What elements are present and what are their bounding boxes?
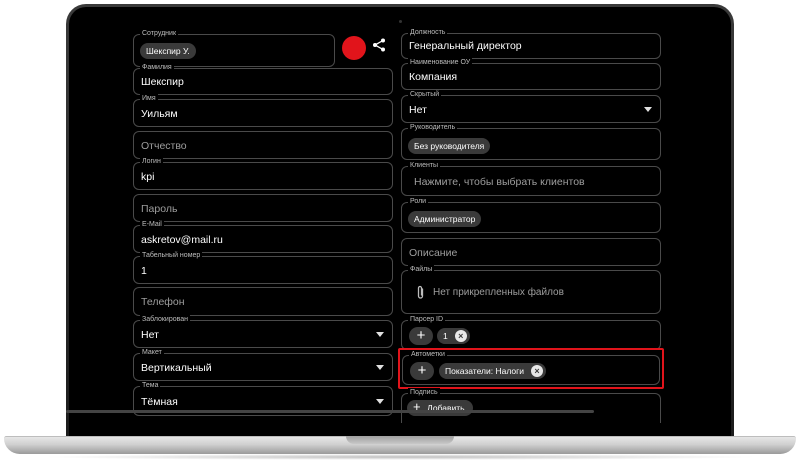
login-label: Логин xyxy=(140,157,163,167)
manager-field[interactable]: Руководитель Без руководителя xyxy=(401,123,661,160)
add-signature-button[interactable]: + Добавить xyxy=(407,399,473,416)
manager-chip[interactable]: Без руководителя xyxy=(408,138,491,154)
phone-field[interactable]: Телефон xyxy=(133,287,393,316)
signature-label: Подпись xyxy=(408,388,440,398)
email-field[interactable]: E-Mail askretov@mail.ru xyxy=(133,220,393,253)
tab-number-label: Табельный номер xyxy=(140,251,203,261)
blocked-select[interactable]: Заблокирован Нет xyxy=(133,315,393,348)
position-field[interactable]: Должность Генеральный директор xyxy=(401,28,661,59)
manager-label: Руководитель xyxy=(408,123,458,133)
first-name-field[interactable]: Имя Уильям xyxy=(133,94,393,127)
org-unit-value: Компания xyxy=(409,71,458,83)
parser-id-field[interactable]: Парсер ID + 1 × xyxy=(401,315,661,350)
theme-value: Тёмная xyxy=(141,396,178,408)
parser-id-label: Парсер ID xyxy=(408,315,446,325)
parser-id-chip[interactable]: 1 × xyxy=(437,328,470,344)
files-label: Файлы xyxy=(408,265,435,275)
hidden-value: Нет xyxy=(409,104,427,116)
auto-tags-label: Автометки xyxy=(409,350,447,360)
position-label: Должность xyxy=(408,28,448,38)
tab-number-field[interactable]: Табельный номер 1 xyxy=(133,251,393,284)
blocked-label: Заблокирован xyxy=(140,315,191,325)
patronymic-placeholder: Отчество xyxy=(141,140,187,152)
share-icon[interactable] xyxy=(372,38,386,52)
layout-label: Макет xyxy=(140,348,164,358)
close-icon[interactable]: × xyxy=(530,365,543,377)
chevron-down-icon xyxy=(376,399,384,404)
chevron-down-icon xyxy=(644,107,652,112)
email-label: E-Mail xyxy=(140,220,164,230)
patronymic-field[interactable]: Отчество xyxy=(133,131,393,159)
laptop-notch xyxy=(346,436,454,444)
close-icon[interactable]: × xyxy=(454,330,467,342)
hidden-label: Скрытый xyxy=(408,90,442,100)
phone-placeholder: Телефон xyxy=(141,296,185,308)
employee-label: Сотрудник xyxy=(140,29,179,39)
chevron-down-icon xyxy=(376,332,384,337)
horizontal-scrollbar[interactable] xyxy=(66,410,594,413)
login-value: kpi xyxy=(141,171,155,183)
parser-id-chip-label: 1 xyxy=(443,331,448,341)
password-field[interactable]: Пароль xyxy=(133,194,393,222)
clients-placeholder: Нажмите, чтобы выбрать клиентов xyxy=(414,176,585,188)
layout-select[interactable]: Макет Вертикальный xyxy=(133,348,393,381)
position-value: Генеральный директор xyxy=(409,40,522,52)
org-unit-field[interactable]: Наименование ОУ Компания xyxy=(401,58,661,90)
roles-chip[interactable]: Администратор xyxy=(408,211,482,227)
last-name-field[interactable]: Фамилия Шекспир xyxy=(133,63,393,95)
blocked-value: Нет xyxy=(141,329,159,341)
files-empty-text: Нет прикрепленных файлов xyxy=(433,287,564,298)
auto-tags-field[interactable]: Автометки + Показатели: Налоги × xyxy=(402,350,660,385)
roles-label: Роли xyxy=(408,197,429,207)
hidden-select[interactable]: Скрытый Нет xyxy=(401,90,661,123)
avatar[interactable] xyxy=(342,36,366,60)
clients-field[interactable]: Клиенты Нажмите, чтобы выбрать клиентов xyxy=(401,161,661,196)
description-field[interactable]: Описание xyxy=(401,238,661,266)
last-name-label: Фамилия xyxy=(140,63,174,73)
first-name-value: Уильям xyxy=(141,108,178,120)
password-placeholder: Пароль xyxy=(141,203,178,215)
paperclip-icon xyxy=(417,285,424,299)
chevron-down-icon xyxy=(376,365,384,370)
login-field[interactable]: Логин kpi xyxy=(133,157,393,190)
layout-value: Вертикальный xyxy=(141,362,212,374)
auto-tag-chip-label: Показатели: Налоги xyxy=(445,366,524,376)
employee-chip[interactable]: Шекспир У. xyxy=(140,43,196,59)
laptop-shadow xyxy=(40,454,760,460)
email-value: askretov@mail.ru xyxy=(141,234,223,246)
files-field[interactable]: Файлы Нет прикрепленных файлов xyxy=(401,265,661,314)
theme-label: Тема xyxy=(140,381,161,391)
org-unit-label: Наименование ОУ xyxy=(408,58,473,68)
employee-form: Сотрудник Шекспир У. Фамилия Шекспир Имя… xyxy=(63,20,664,432)
tab-number-value: 1 xyxy=(141,265,147,277)
first-name-label: Имя xyxy=(140,94,158,104)
auto-tag-chip[interactable]: Показатели: Налоги × xyxy=(439,363,546,379)
roles-field[interactable]: Роли Администратор xyxy=(401,197,661,233)
add-parser-button[interactable]: + xyxy=(409,327,433,345)
description-placeholder: Описание xyxy=(409,247,458,259)
add-auto-tag-button[interactable]: + xyxy=(410,362,434,380)
last-name-value: Шекспир xyxy=(141,76,184,88)
clients-label: Клиенты xyxy=(408,161,441,171)
signature-field[interactable]: Подпись + Добавить xyxy=(401,388,661,423)
